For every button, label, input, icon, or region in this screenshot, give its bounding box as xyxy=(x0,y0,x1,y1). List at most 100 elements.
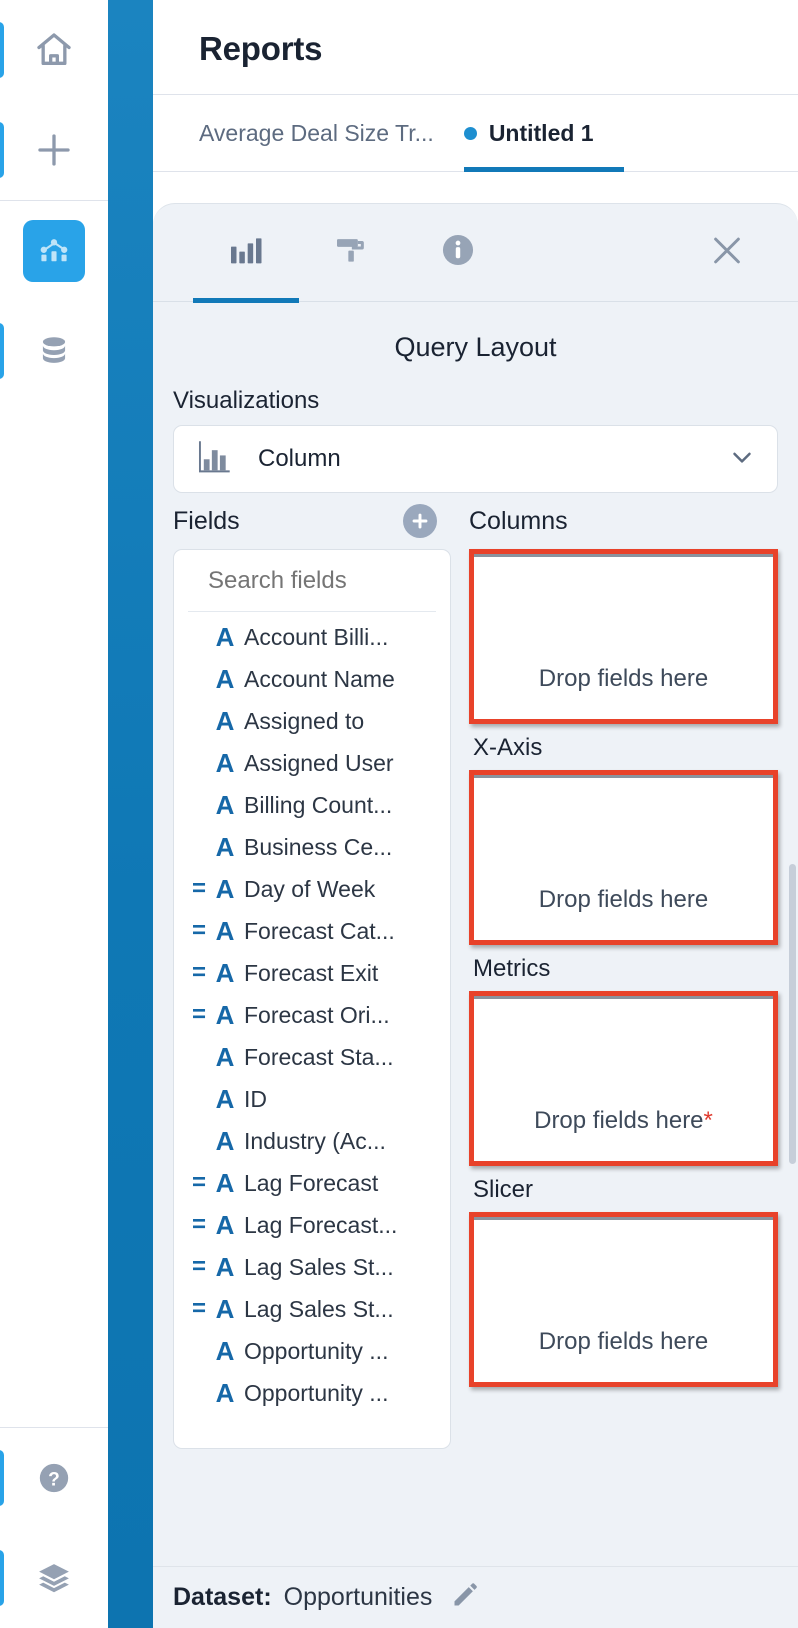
text-field-type-icon: A xyxy=(215,663,235,694)
calculated-field-icon: = xyxy=(191,1211,206,1238)
text-field-type-icon: A xyxy=(215,747,235,778)
text-field-type-icon: A xyxy=(215,831,235,862)
field-list-item[interactable]: =AAccount Billi... xyxy=(174,616,450,658)
dropzone-slicer[interactable]: Drop fields here xyxy=(469,1212,778,1387)
sidebar-item-home[interactable] xyxy=(0,0,108,100)
dropzone-inner[interactable]: Drop fields here * xyxy=(474,996,773,1161)
report-tab-bar: Average Deal Size Tr... Untitled 1 xyxy=(153,94,798,172)
column-chart-icon xyxy=(194,436,236,483)
field-list-item[interactable]: = A Lag Forecast... xyxy=(174,1204,450,1246)
paint-roller-icon xyxy=(332,230,372,275)
columns-header: Columns xyxy=(469,493,778,549)
dropzone-inner[interactable]: Drop fields here xyxy=(474,775,773,940)
plus-icon xyxy=(33,129,75,171)
dropzone-x-axis[interactable]: Drop fields here xyxy=(469,770,778,945)
active-pill xyxy=(0,1450,4,1506)
field-list-item[interactable]: =AOpportunity ... xyxy=(174,1330,450,1372)
sidebar-item-layers[interactable] xyxy=(0,1528,108,1628)
dropzone-placeholder: Drop fields here xyxy=(534,1107,704,1134)
tab-untitled-1[interactable]: Untitled 1 xyxy=(463,95,624,172)
plus-circle-icon[interactable] xyxy=(403,504,437,538)
fields-column: Fields Search fields A Account Billi... … xyxy=(173,493,451,1449)
panel-columns: Fields Search fields A Account Billi... … xyxy=(153,493,798,1449)
chevron-down-icon[interactable] xyxy=(727,442,757,477)
dropzones-column: Columns Drop fields here X-Axis Drop field… xyxy=(451,493,778,1449)
sidebar-item-add[interactable] xyxy=(0,100,108,200)
layers-icon xyxy=(35,1559,73,1597)
dropzone-metrics[interactable]: Drop fields here * xyxy=(469,991,778,1166)
analytics-active-button[interactable] xyxy=(23,220,85,282)
field-label: Opportunity ... xyxy=(244,1337,389,1364)
field-list-item[interactable]: = A Lag Forecast xyxy=(174,1162,450,1204)
text-field-type-icon: A xyxy=(215,621,235,652)
field-list-item[interactable]: = A Forecast Ori... xyxy=(174,994,450,1036)
field-list-item[interactable]: = A Day of Week xyxy=(174,868,450,910)
dropzone-columns[interactable]: Drop fields here xyxy=(469,549,778,724)
field-label: Lag Sales St... xyxy=(244,1295,394,1322)
brand-accent-strip xyxy=(108,0,153,1628)
dropzone-label-metrics: Metrics xyxy=(473,955,551,982)
page-title: Reports xyxy=(199,30,323,67)
tab-chart[interactable] xyxy=(193,204,299,303)
panel-heading: Query Layout xyxy=(394,332,557,362)
calculated-field-icon: = xyxy=(191,1001,206,1028)
field-list-item[interactable]: = A Forecast Exit xyxy=(174,952,450,994)
field-list-item[interactable]: = A Lag Sales St... xyxy=(174,1288,450,1330)
fields-scrollbar[interactable] xyxy=(789,824,796,1628)
search-input[interactable] xyxy=(208,566,450,595)
scrollbar-thumb[interactable] xyxy=(789,864,796,1164)
calculated-field-icon: = xyxy=(191,1169,206,1196)
text-field-type-icon: A xyxy=(215,1041,235,1072)
fields-label: Fields xyxy=(173,506,240,535)
field-label: Assigned User xyxy=(244,749,394,776)
sidebar-item-help[interactable]: ? xyxy=(0,1428,108,1528)
sidebar-item-data[interactable] xyxy=(0,301,108,401)
info-circle-icon xyxy=(439,231,477,274)
pencil-icon[interactable] xyxy=(450,1580,480,1615)
field-label: Forecast Ori... xyxy=(244,1001,390,1028)
field-list-item[interactable]: = A Forecast Cat... xyxy=(174,910,450,952)
tab-format[interactable] xyxy=(299,204,405,302)
field-label: Business Ce... xyxy=(244,833,393,860)
active-pill xyxy=(0,1550,4,1606)
field-label: Forecast Cat... xyxy=(244,917,395,944)
text-field-type-icon: A xyxy=(215,915,235,946)
dropzone-inner[interactable]: Drop fields here xyxy=(474,1217,773,1382)
calculated-field-icon: = xyxy=(191,1295,206,1322)
tab-info[interactable] xyxy=(405,204,511,302)
calculated-field-icon: = xyxy=(191,917,206,944)
field-list-item[interactable]: =AID xyxy=(174,1078,450,1120)
field-label: Lag Sales St... xyxy=(244,1253,394,1280)
field-list-item[interactable]: =AOpportunity ... xyxy=(174,1372,450,1414)
dropzone-placeholder: Drop fields here xyxy=(538,886,709,913)
field-list-item[interactable]: =ABusiness Ce... xyxy=(174,826,450,868)
field-list-item[interactable]: =AAccount Name xyxy=(174,658,450,700)
field-label: Lag Forecast xyxy=(244,1169,379,1196)
calculated-field-icon: = xyxy=(191,959,206,986)
fields-header: Fields xyxy=(173,493,451,549)
tab-average-deal-size[interactable]: Average Deal Size Tr... xyxy=(199,95,464,171)
field-list-item[interactable]: =AIndustry (Ac... xyxy=(174,1120,450,1162)
close-panel-button[interactable] xyxy=(706,229,748,276)
database-icon xyxy=(35,332,73,370)
dataset-bar: Dataset: Opportunities xyxy=(153,1566,798,1628)
field-label: ID xyxy=(244,1085,267,1112)
field-list-item[interactable]: = A Lag Sales St... xyxy=(174,1246,450,1288)
fields-list[interactable]: = A Account Billi... = A Account Name = A Assign… xyxy=(174,612,450,1448)
search-fields-row[interactable] xyxy=(188,550,450,612)
field-label: Account Name xyxy=(244,665,395,692)
svg-text:?: ? xyxy=(48,1469,60,1490)
sidebar-item-analytics[interactable] xyxy=(0,201,108,301)
field-list-item[interactable]: =ABilling Count... xyxy=(174,784,450,826)
required-marker: * xyxy=(703,1107,713,1134)
query-layout-panel: Query Layout Visualizations Column Field… xyxy=(153,203,798,1628)
visualization-select[interactable]: Column xyxy=(173,425,778,493)
field-list-item[interactable]: =AForecast Sta... xyxy=(174,1036,450,1078)
field-list-item[interactable]: =AAssigned User xyxy=(174,742,450,784)
dropzone-placeholder: Drop fields here xyxy=(538,665,709,692)
text-field-type-icon: A xyxy=(215,1125,235,1156)
active-pill xyxy=(0,323,4,379)
fields-panel: = A Account Billi... = A Account Name = A Assign… xyxy=(173,549,451,1449)
dropzone-inner[interactable]: Drop fields here xyxy=(474,554,773,719)
field-list-item[interactable]: =AAssigned to xyxy=(174,700,450,742)
